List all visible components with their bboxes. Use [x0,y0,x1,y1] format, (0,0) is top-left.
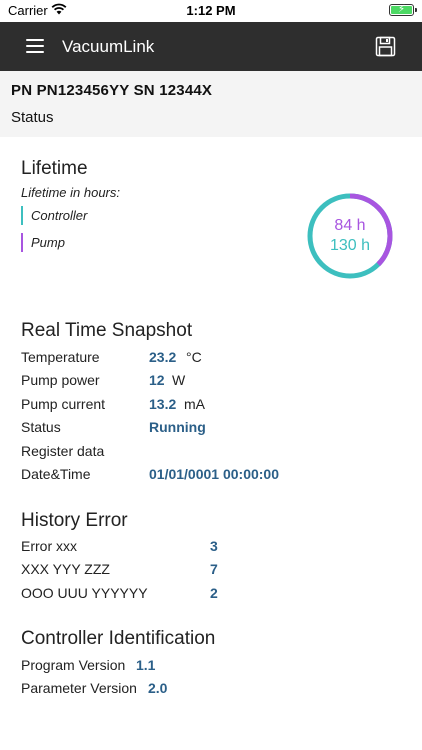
lifetime-title: Lifetime [21,158,88,179]
hamburger-menu-icon[interactable] [26,39,44,53]
pump-hours-value: 84 h [334,217,366,234]
history-row-count: 3 [210,538,218,554]
pump-power-unit: W [172,372,186,388]
status-label: Status [21,419,61,435]
clock-label: 1:12 PM [186,3,236,18]
lifetime-subtitle: Lifetime in hours: [21,185,120,200]
lifetime-gauge [307,193,393,279]
pump-current-label: Pump current [21,396,106,412]
part-serial-number: PN PN123456YY SN 12344X [11,82,213,99]
battery-charging-icon: ⚡ [389,4,417,16]
program-version-label: Program Version [21,657,126,673]
program-version-value: 1.1 [136,657,156,673]
status-heading: Status [11,109,54,126]
floppy-disk-icon[interactable] [375,36,396,57]
app-title: VacuumLink [62,37,155,56]
pump-power-label: Pump power [21,372,100,388]
history-row-label: XXX YYY ZZZ [21,561,110,577]
controller-hours-value: 130 h [329,237,371,254]
legend-pump: Pump [21,233,65,252]
history-row-label: OOO UUU YYYYYY [21,585,148,601]
datetime-label: Date&Time [21,466,91,482]
temperature-value: 23.2 [149,349,177,365]
temperature-unit: °C [186,349,202,365]
parameter-version-label: Parameter Version [21,680,137,696]
pump-current-value: 13.2 [149,396,177,412]
status-value: Running [149,419,206,435]
navigation-bar: VacuumLink [0,22,422,71]
datetime-value: 01/01/0001 00:00:00 [149,466,279,482]
pump-power-value: 12 [149,372,165,388]
history-row-count: 2 [210,585,218,601]
parameter-version-value: 2.0 [148,680,168,696]
controller-identification-title: Controller Identification [21,628,216,649]
register-data-label: Register data [21,443,105,459]
device-header: PN PN123456YY SN 12344X Status [0,71,422,137]
pump-current-unit: mA [184,396,205,412]
history-error-title: History Error [21,510,128,531]
status-bar: Carrier 1:12 PM ⚡ [0,0,422,22]
snapshot-title: Real Time Snapshot [21,320,193,341]
history-row-label: Error xxx [21,538,77,554]
temperature-label: Temperature [21,349,100,365]
history-row-count: 7 [210,561,218,577]
legend-controller: Controller [21,206,87,225]
